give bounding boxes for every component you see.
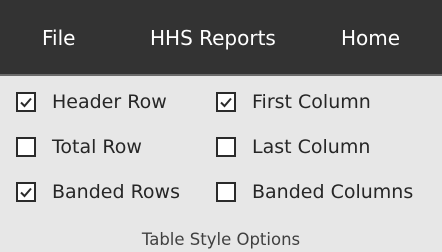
checkmark-icon (220, 97, 232, 108)
banded-rows-option[interactable]: Banded Rows (16, 179, 180, 205)
banded-rows-label: Banded Rows (52, 181, 180, 203)
first-column-checkbox[interactable] (216, 92, 236, 112)
banded-columns-label: Banded Columns (252, 181, 414, 203)
header-row-checkbox[interactable] (16, 92, 36, 112)
ribbon-tab-bar: File HHS Reports Home (0, 0, 442, 76)
header-row-label: Header Row (52, 91, 167, 113)
checkmark-icon (20, 187, 32, 198)
group-label: Table Style Options (141, 230, 301, 249)
last-column-option[interactable]: Last Column (216, 134, 370, 160)
banded-columns-option[interactable]: Banded Columns (216, 179, 413, 205)
checkmark-icon (20, 97, 32, 108)
tab-home[interactable]: Home (341, 26, 400, 50)
banded-columns-checkbox[interactable] (216, 182, 236, 202)
total-row-label: Total Row (52, 136, 142, 158)
last-column-label: Last Column (252, 136, 371, 158)
first-column-option[interactable]: First Column (216, 89, 371, 115)
tab-hhs-reports[interactable]: HHS Reports (150, 26, 276, 50)
total-row-checkbox[interactable] (16, 137, 36, 157)
total-row-option[interactable]: Total Row (16, 134, 142, 160)
header-row-option[interactable]: Header Row (16, 89, 167, 115)
banded-rows-checkbox[interactable] (16, 182, 36, 202)
tab-file[interactable]: File (42, 26, 75, 50)
first-column-label: First Column (252, 91, 371, 113)
last-column-checkbox[interactable] (216, 137, 236, 157)
